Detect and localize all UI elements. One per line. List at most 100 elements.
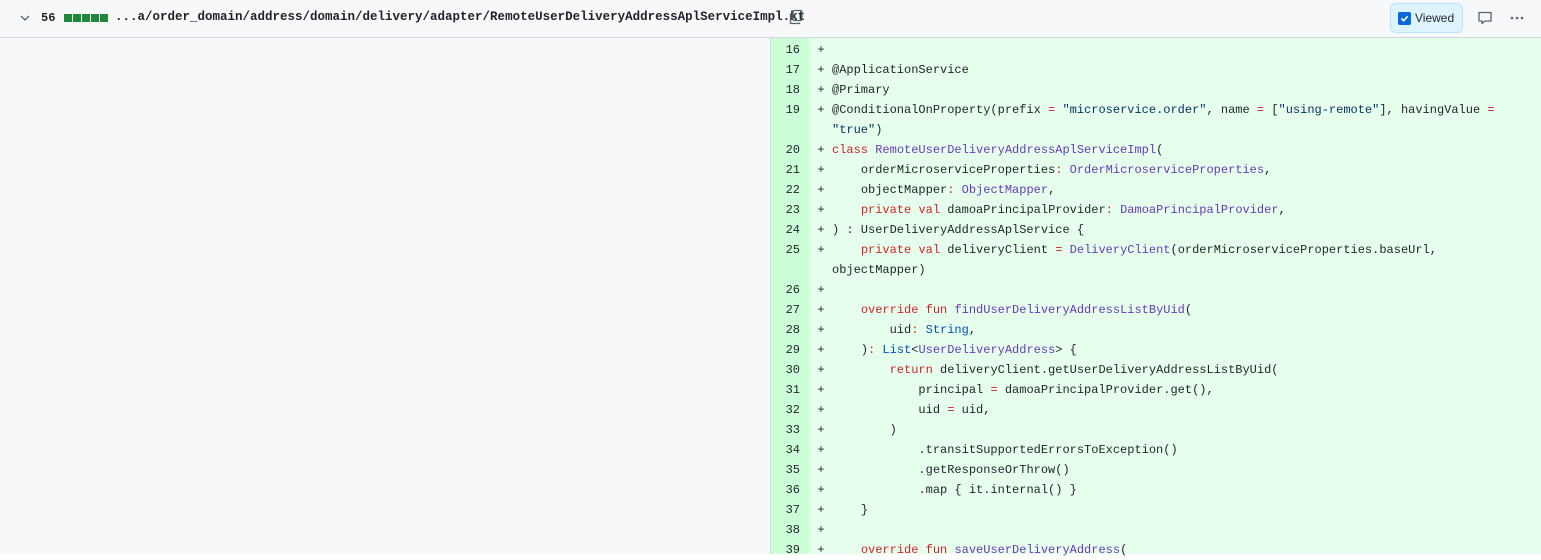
code-token: private [860,203,912,217]
code-token: "using-remote" [1278,103,1380,117]
line-number[interactable]: 26 [771,280,810,300]
line-number[interactable]: 17 [771,60,810,80]
line-number[interactable]: 25 [771,240,810,280]
code-token: DamoaPrincipalProvider [1120,203,1279,217]
code-token: principal [832,383,991,397]
line-number[interactable]: 37 [771,500,810,520]
code-token: UserDeliveryAddress [918,343,1056,357]
code-token: DeliveryClient [1069,243,1171,257]
line-number[interactable]: 39 [771,540,810,560]
added-marker: + [817,483,825,497]
kebab-menu-icon[interactable] [1509,10,1525,26]
code-token: return [889,363,933,377]
diff-line: 28 + uid: String, [771,320,1541,340]
diff-line: 25 + private val deliveryClient = Deliver… [771,240,1541,280]
code-token: = [990,383,998,397]
code-text: override fun findUserDeliveryAddressList… [832,300,1532,320]
diff-line: 18 + @Primary [771,80,1541,100]
code-text: principal = damoaPrincipalProvider.get()… [832,380,1532,400]
added-marker: + [817,323,825,337]
code-token: > { [1055,343,1077,357]
code-token: List [882,343,912,357]
code-text: uid: String, [832,320,1532,340]
code-text: ) : UserDeliveryAddressAplService { [832,220,1532,240]
viewed-toggle[interactable]: Viewed [1390,3,1463,33]
code-text: @Primary [832,80,1532,100]
added-marker: + [817,163,825,177]
code-token: "microservice.order" [1062,103,1207,117]
diff-line: 21 + orderMicroserviceProperties: OrderMi… [771,160,1541,180]
line-number[interactable]: 21 [771,160,810,180]
code-token: findUserDeliveryAddressListByUid [954,303,1185,317]
added-marker: + [817,103,825,117]
code-token: @ApplicationService [832,63,969,77]
code-token: class [832,143,869,157]
comment-icon[interactable] [1477,10,1493,26]
line-number[interactable]: 34 [771,440,810,460]
diff-line: 26 + [771,280,1541,300]
added-marker: + [817,63,825,77]
code-token: RemoteUserDeliveryAddressAplServiceImpl [875,143,1157,157]
diff-line: 24 + ) : UserDeliveryAddressAplService { [771,220,1541,240]
line-number[interactable]: 19 [771,100,810,140]
line-number[interactable]: 30 [771,360,810,380]
diff-line: 31 + principal = damoaPrincipalProvider.g… [771,380,1541,400]
line-number[interactable]: 29 [771,340,810,360]
line-number[interactable]: 16 [771,40,810,60]
added-marker: + [817,43,825,57]
code-text: .transitSupportedErrorsToException() [832,440,1532,460]
line-number[interactable]: 31 [771,380,810,400]
code-text: ) [832,420,1532,440]
line-number[interactable]: 33 [771,420,810,440]
diff-line: 19 + @ConditionalOnProperty(prefix = "micr… [771,100,1541,140]
file-path[interactable]: ...a/order_domain/address/domain/deliver… [115,10,805,24]
line-number[interactable]: 23 [771,200,810,220]
line-number[interactable]: 32 [771,400,810,420]
line-number[interactable]: 35 [771,460,810,480]
copy-icon[interactable] [788,9,804,25]
line-number[interactable]: 18 [771,80,810,100]
code-token: deliveryClient.getUserDeliveryAddressLis… [932,363,1279,377]
code-token: ], havingValue [1379,103,1488,117]
chevron-down-icon[interactable] [19,12,31,24]
code-text: .getResponseOrThrow() [832,460,1532,480]
diff-line: 37 + } [771,500,1541,520]
checkbox-checked-icon[interactable] [1398,11,1411,25]
diff-line: 36 + .map { it.internal() } [771,480,1541,500]
line-number[interactable]: 24 [771,220,810,240]
code-token: .getResponseOrThrow() [832,463,1070,477]
code-text: @ApplicationService [832,60,1532,80]
code-text: orderMicroserviceProperties: OrderMicros… [832,160,1532,180]
line-number[interactable]: 22 [771,180,810,200]
code-token: .map { it.internal() } [832,483,1077,497]
line-number[interactable]: 27 [771,300,810,320]
code-token: ( [1156,143,1164,157]
code-token: ( [1184,303,1193,317]
line-number[interactable]: 36 [771,480,810,500]
added-marker: + [817,223,825,237]
code-token: : [1105,203,1113,217]
code-token: , [968,323,977,337]
code-text: private val damoaPrincipalProvider: Damo… [832,200,1532,220]
diff-line: 33 + ) [771,420,1541,440]
code-token: , name [1206,103,1257,117]
code-token: fun [925,543,948,557]
code-lines: 16 +17 + @ApplicationService 18 + @Primary 19 + @… [771,40,1541,560]
changes-count: 56 [41,11,56,25]
line-number[interactable]: 20 [771,140,810,160]
added-marker: + [817,243,825,257]
code-token: [ [1264,103,1279,117]
line-number[interactable]: 28 [771,320,810,340]
code-token: ObjectMapper [961,183,1049,197]
diff-right-pane: 16 +17 + @ApplicationService 18 + @Primary 19 + @… [771,38,1541,557]
code-token: val [918,243,941,257]
code-token: damoaPrincipalProvider [940,203,1106,217]
line-number[interactable]: 38 [771,520,810,540]
added-marker: + [817,423,825,437]
